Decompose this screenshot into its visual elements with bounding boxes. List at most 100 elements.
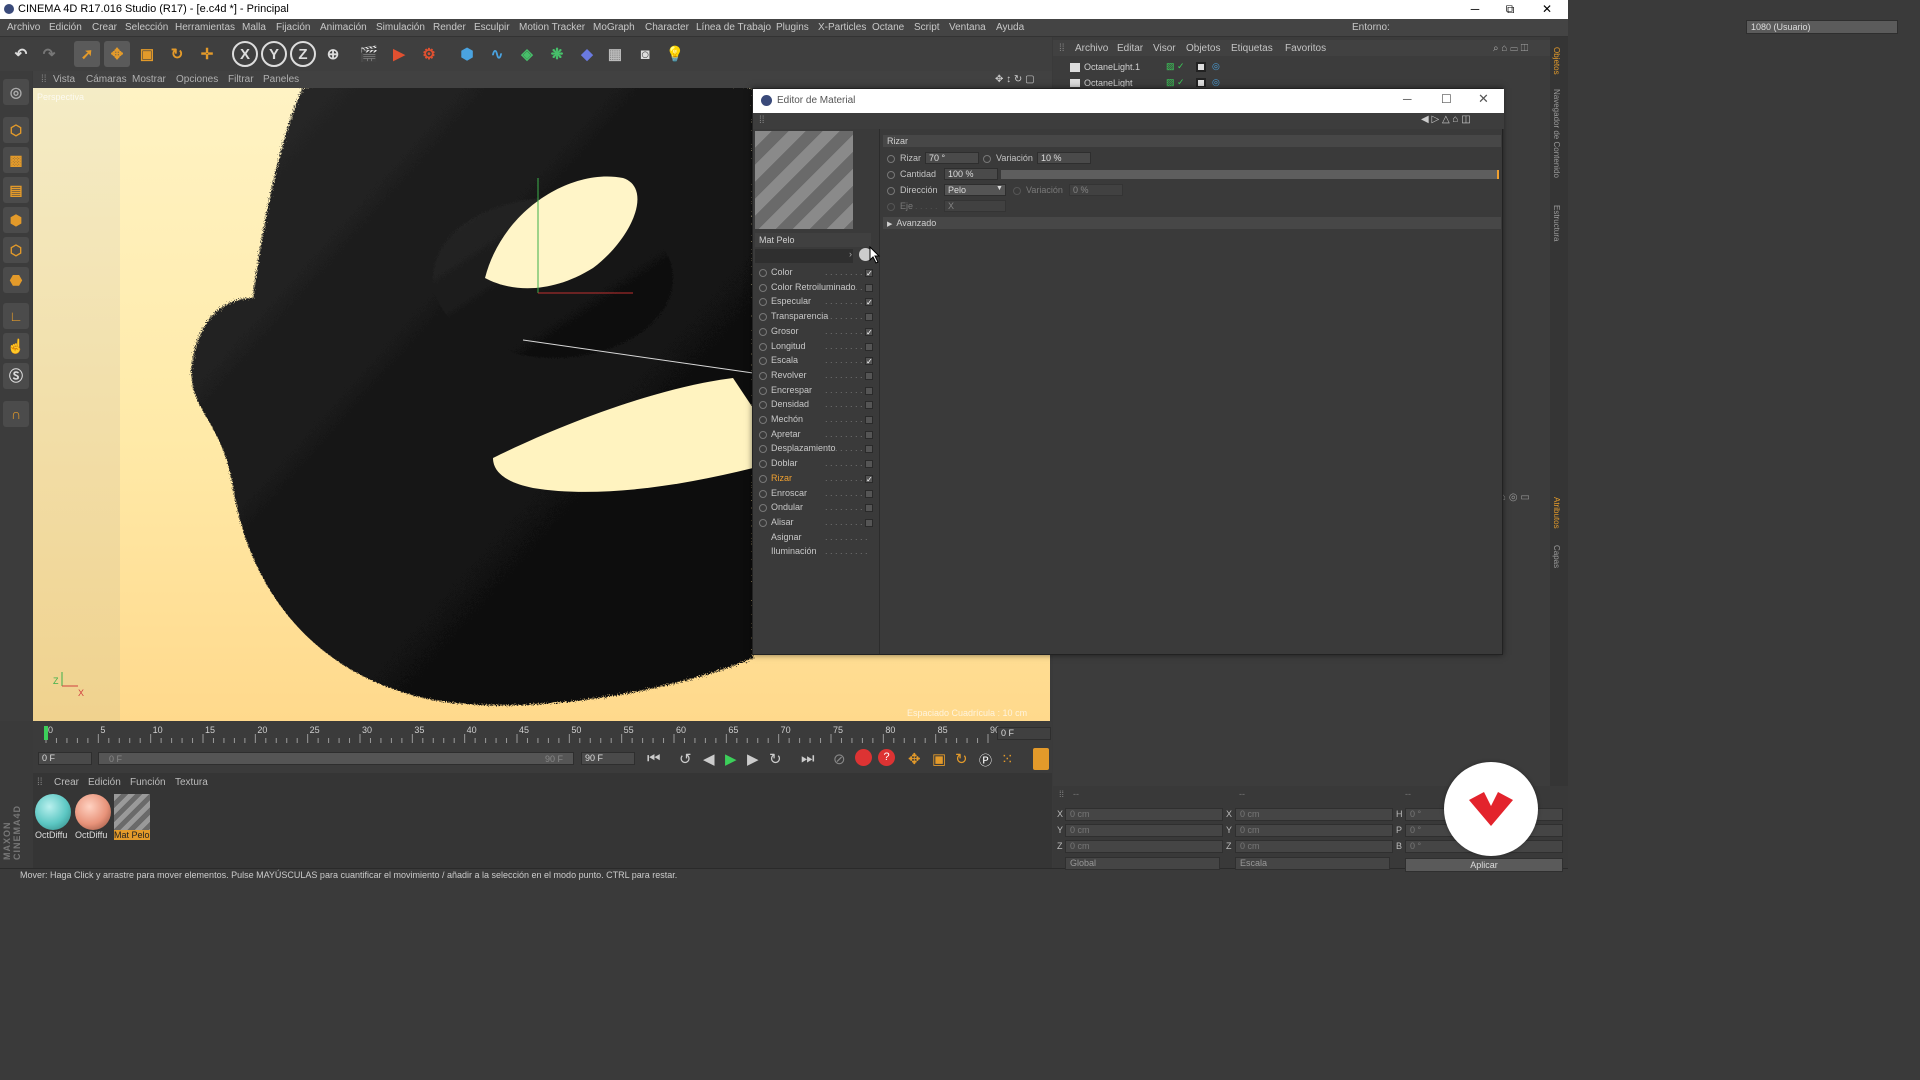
channel-checkbox[interactable]: ✓	[865, 269, 873, 278]
frame-range-slider[interactable]: 0 F 90 F	[98, 752, 574, 765]
material-editor-close-button[interactable]: ✕	[1478, 91, 1489, 107]
snap-icon[interactable]: Ⓢ	[3, 363, 29, 389]
channel-item[interactable]: Desplazamiento. . . . . . . . .	[755, 442, 877, 456]
timeline[interactable]: 0 5 10 15 20 25 30 35 40 45 50 55 60 65 70 75 80 85 90 0 F	[33, 722, 1052, 745]
menu-esculpir[interactable]: Esculpir	[474, 22, 510, 33]
matmgr-menu-funcion[interactable]: Función	[130, 777, 166, 788]
channel-checkbox[interactable]	[865, 401, 873, 410]
cube-icon[interactable]: ⬢	[454, 41, 480, 67]
coord-mode-select[interactable]: Global	[1065, 857, 1220, 870]
objmgr-menu-favoritos[interactable]: Favoritos	[1285, 43, 1326, 54]
channel-item[interactable]: Densidad . . . . . . . . .	[755, 398, 877, 412]
subdivision-icon[interactable]: ◈	[514, 41, 540, 67]
animate-radio[interactable]	[887, 155, 895, 163]
channel-checkbox[interactable]	[865, 460, 873, 469]
menu-character[interactable]: Character	[645, 22, 689, 33]
channel-item[interactable]: Transparencia. . . . . . . . .	[755, 310, 877, 324]
model-mode-icon[interactable]: ⬡	[3, 117, 29, 143]
channel-radio[interactable]	[759, 313, 767, 322]
polygons-mode-icon[interactable]: ⬣	[3, 267, 29, 293]
channel-checkbox[interactable]: ✓	[865, 357, 873, 366]
object-row[interactable]: OctaneLight.1 ▨ ✓ ◎	[1066, 61, 1546, 75]
channel-radio[interactable]	[759, 416, 767, 424]
z-axis-icon[interactable]: Z	[290, 41, 316, 67]
mograph-cloner-icon[interactable]: ❋	[544, 41, 570, 67]
objmgr-menu-editar[interactable]: Editar	[1117, 43, 1143, 54]
tweak-mode-icon[interactable]: ☝	[3, 333, 29, 359]
channel-checkbox[interactable]	[865, 371, 873, 380]
channel-checkbox[interactable]	[865, 342, 873, 351]
menu-script[interactable]: Script	[914, 22, 940, 33]
channel-radio[interactable]	[759, 283, 767, 292]
light-icon[interactable]: 💡	[662, 41, 688, 67]
undo-icon[interactable]: ↶	[8, 41, 34, 67]
channel-radio[interactable]	[759, 518, 767, 527]
magnet-icon[interactable]: ∩	[3, 401, 29, 427]
variacion-field[interactable]: 10 %	[1037, 152, 1091, 164]
spline-icon[interactable]: ∿	[484, 41, 510, 67]
channel-radio[interactable]	[759, 504, 767, 513]
channel-checkbox[interactable]	[865, 430, 873, 439]
channel-radio[interactable]	[759, 371, 767, 380]
material-editor-maximize-button[interactable]: ☐	[1441, 92, 1452, 106]
last-tool-icon[interactable]: ✛	[194, 41, 220, 67]
coord-pos-z-field[interactable]: 0 cm	[1065, 840, 1223, 853]
deformer-icon[interactable]: ◆	[574, 41, 600, 67]
coord-size-mode-select[interactable]: Escala	[1235, 857, 1390, 870]
edges-mode-icon[interactable]: ⬡	[3, 237, 29, 263]
record-keys-icon[interactable]: ⊘	[833, 750, 846, 768]
menu-herramientas[interactable]: Herramientas	[175, 22, 235, 33]
cantidad-field[interactable]: 100 %	[944, 168, 998, 180]
material-editor-divider[interactable]	[879, 129, 880, 654]
cantidad-slider[interactable]	[1001, 170, 1499, 179]
objmgr-menu-archivo[interactable]: Archivo	[1075, 43, 1108, 54]
channel-item[interactable]: Color . . . . . . . . . ✓	[755, 266, 877, 280]
previous-key-icon[interactable]: ↺	[679, 750, 692, 768]
animate-radio[interactable]	[983, 155, 991, 163]
channel-radio[interactable]	[759, 401, 767, 410]
workplane-icon[interactable]: ▤	[3, 177, 29, 203]
menu-mograph[interactable]: MoGraph	[593, 22, 635, 33]
x-axis-icon[interactable]: X	[232, 41, 258, 67]
material-editor-nav-icon[interactable]: ◀ ▷ △ ⌂ ◫	[1421, 114, 1471, 125]
channel-checkbox[interactable]	[865, 445, 873, 454]
live-selection-icon[interactable]: ➚	[74, 41, 100, 67]
start-frame-field[interactable]: 0 F	[38, 752, 92, 765]
channel-checkbox[interactable]: ✓	[865, 298, 873, 307]
object-row[interactable]: OctaneLight ▨ ✓ ◎	[1066, 77, 1546, 87]
menu-plugins[interactable]: Plugins	[776, 22, 809, 33]
octane-light-tag-icon[interactable]: ◎	[1212, 77, 1220, 87]
restore-button[interactable]: ⧉	[1495, 0, 1525, 19]
layout-select[interactable]: 1080 (Usuario)	[1746, 20, 1898, 34]
matmgr-menu-textura[interactable]: Textura	[175, 777, 208, 788]
viewport-menu-opciones[interactable]: Opciones	[176, 74, 218, 85]
floor-icon[interactable]: ▦	[602, 41, 628, 67]
menu-motion-tracker[interactable]: Motion Tracker	[519, 22, 585, 33]
key-pla-icon[interactable]: ⁙	[1001, 750, 1014, 768]
channel-item[interactable]: Longitud . . . . . . . . .	[755, 340, 877, 354]
channel-checkbox[interactable]	[865, 489, 873, 498]
tab-navegador-de-contenido[interactable]: Navegador de Contenido	[1552, 89, 1561, 178]
autokey-icon[interactable]	[855, 749, 872, 766]
texture-mode-icon[interactable]: ▩	[3, 147, 29, 173]
object-visibility-icon[interactable]: ▨ ✓	[1166, 77, 1185, 87]
key-parameter-icon[interactable]: Ⓟ	[979, 750, 992, 769]
channel-filter-field[interactable]	[755, 249, 853, 263]
move-icon[interactable]: ✥	[104, 41, 130, 67]
rizar-field[interactable]: 70 °	[925, 152, 979, 164]
channel-item[interactable]: Mechón . . . . . . . . .	[755, 413, 877, 427]
animate-radio[interactable]	[887, 187, 895, 195]
apply-button[interactable]: Aplicar	[1405, 858, 1563, 872]
minimize-button[interactable]: ─	[1460, 0, 1490, 19]
play-icon[interactable]: ▶	[725, 750, 737, 768]
next-frame-icon[interactable]: ▶	[747, 750, 759, 768]
tab-estructura[interactable]: Estructura	[1552, 205, 1561, 241]
channel-radio[interactable]	[759, 269, 767, 277]
coord-size-z-field[interactable]: 0 cm	[1235, 840, 1393, 853]
channel-checkbox[interactable]: ✓	[865, 327, 873, 336]
channel-item[interactable]: Encrespar . . . . . . . . .	[755, 384, 877, 398]
channel-radio[interactable]	[759, 489, 767, 498]
channel-radio[interactable]	[759, 386, 767, 395]
channel-item[interactable]: Doblar . . . . . . . . .	[755, 457, 877, 471]
channel-checkbox[interactable]	[865, 283, 873, 292]
